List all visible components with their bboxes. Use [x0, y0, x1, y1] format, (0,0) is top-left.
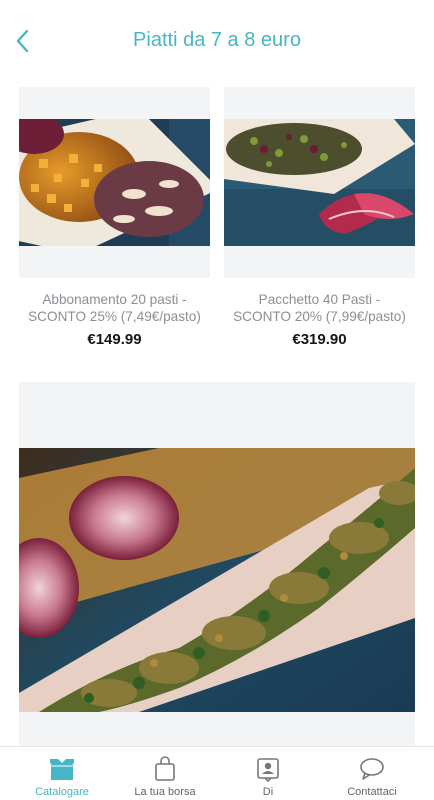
product-card[interactable]: Abbonamento 20 pasti - SCONTO 25% (7,49€… — [19, 87, 210, 348]
tab-label: Contattaci — [347, 786, 397, 798]
app-header: Piatti da 7 a 8 euro — [0, 0, 434, 80]
profile-card-icon — [257, 758, 279, 782]
bottom-tab-bar: Catalogare La tua borsa Di Contattaci — [0, 746, 434, 800]
catalog-box-icon — [50, 759, 74, 780]
tab-di[interactable]: Di — [214, 747, 322, 800]
page-title: Piatti da 7 a 8 euro — [133, 29, 301, 51]
tab-catalogare[interactable]: Catalogare — [8, 747, 116, 800]
tab-contattaci[interactable]: Contattaci — [318, 747, 426, 800]
tab-la-tua-borsa[interactable]: La tua borsa — [111, 747, 219, 800]
product-card[interactable]: Pacchetto 40 Pasti - SCONTO 20% (7,99€/p… — [224, 87, 415, 348]
tab-label: La tua borsa — [134, 786, 196, 798]
shopping-bag-icon — [155, 756, 175, 781]
product-image — [19, 119, 210, 246]
product-card[interactable] — [19, 382, 415, 746]
product-name: Abbonamento 20 pasti - SCONTO 25% (7,49€… — [28, 292, 201, 324]
product-image — [19, 448, 415, 712]
product-name: Pacchetto 40 Pasti - SCONTO 20% (7,99€/p… — [233, 292, 406, 324]
product-price: €149.99 — [87, 331, 142, 348]
product-image — [224, 119, 415, 246]
tab-label: Di — [262, 786, 274, 798]
tab-label: Catalogare — [35, 786, 89, 798]
chat-bubble-icon — [360, 758, 384, 780]
product-price: €319.90 — [292, 331, 347, 348]
